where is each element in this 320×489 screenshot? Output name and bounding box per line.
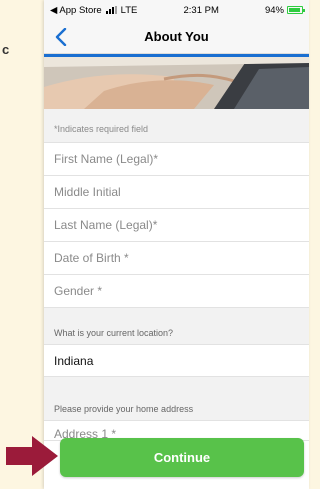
address-section-label: Please provide your home address [44,395,309,421]
navigation-bar: About You [44,20,309,54]
arrow-right-icon [6,436,58,476]
side-text: c [2,42,10,57]
middle-initial-field[interactable]: Middle Initial [44,176,309,209]
status-time: 2:31 PM [183,4,219,16]
location-select[interactable]: Indiana [44,345,309,377]
section-spacer [44,377,309,395]
first-name-field[interactable]: First Name (Legal)* [44,143,309,176]
battery-level [288,8,301,12]
required-field-note: *Indicates required field [44,109,309,143]
hero-image [44,57,309,109]
battery-percent: 94% [264,4,284,16]
last-name-field[interactable]: Last Name (Legal)* [44,209,309,242]
date-of-birth-field[interactable]: Date of Birth * [44,242,309,275]
battery-icon [286,6,305,14]
back-to-app-store-link[interactable]: ◀ App Store [50,5,102,16]
page-title: About You [144,29,209,44]
continue-button[interactable]: Continue [60,438,304,477]
status-bar: ◀ App Store LTE 2:31 PM 94% [44,0,309,20]
battery-status: 94% [264,4,305,16]
location-question-label: What is your current location? [44,308,309,345]
status-left: ◀ App Store LTE [50,5,137,16]
network-type: LTE [120,4,138,16]
chevron-left-icon[interactable] [50,26,72,48]
gender-field[interactable]: Gender * [44,275,309,308]
phone-screen: ◀ App Store LTE 2:31 PM 94% About You *I… [44,0,309,489]
signal-icon [105,6,117,14]
